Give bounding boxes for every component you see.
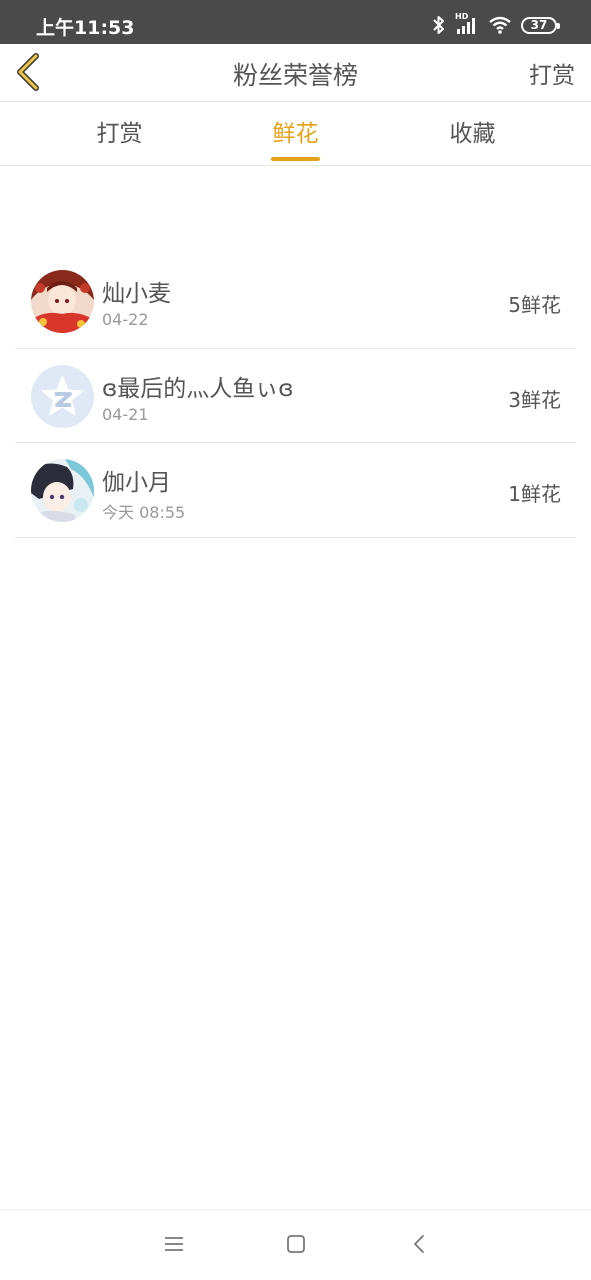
tip-button[interactable]: 打赏 [529, 56, 575, 90]
fan-list: 灿小麦 04-22 5鲜花 ɞ最后的灬人鱼ぃɞ 04-21 3鲜花 伽小月 今天… [15, 254, 576, 538]
fan-name: 灿小麦 [102, 281, 171, 307]
flower-count: 3鲜花 [508, 387, 561, 412]
menu-icon [165, 1237, 183, 1251]
active-tab-indicator [271, 157, 320, 161]
battery-icon: 37 [521, 16, 560, 34]
fan-date: 今天 08:55 [102, 503, 186, 522]
system-nav-bar [0, 1209, 591, 1280]
home-square-icon [287, 1235, 305, 1253]
fan-name: ɞ最后的灬人鱼ぃɞ [102, 375, 294, 402]
list-item[interactable]: 灿小麦 04-22 5鲜花 [15, 254, 576, 349]
status-bar: 上午11:53 HD 37 [0, 0, 591, 44]
signal-icon: HD [455, 12, 479, 35]
nav-home-button[interactable] [284, 1232, 308, 1256]
anime-girl-avatar [31, 270, 94, 333]
status-time: 上午11:53 [36, 17, 135, 39]
list-item[interactable]: ɞ最后的灬人鱼ぃɞ 04-21 3鲜花 [15, 349, 576, 443]
flower-count: 1鲜花 [508, 482, 561, 506]
nav-menu-button[interactable] [162, 1232, 186, 1256]
default-star-avatar [31, 364, 94, 428]
fan-name: 伽小月 [102, 470, 171, 496]
wifi-icon [488, 15, 512, 35]
nav-back-button[interactable] [408, 1232, 432, 1256]
flower-count: 5鲜花 [508, 293, 561, 317]
bluetooth-icon [432, 15, 446, 35]
list-item[interactable]: 伽小月 今天 08:55 1鲜花 [15, 443, 576, 538]
fan-date: 04-22 [102, 310, 149, 329]
tab-tip[interactable]: 打赏 [21, 102, 218, 166]
page-title: 粉丝荣誉榜 [232, 61, 358, 90]
fan-date: 04-21 [102, 404, 149, 424]
anime-boy-avatar [31, 459, 94, 522]
status-icons: HD 37 [432, 12, 560, 36]
tab-bar: 打赏 鲜花 收藏 [0, 102, 591, 166]
back-triangle-icon [414, 1235, 424, 1253]
header: 粉丝荣誉榜 打赏 [0, 44, 591, 102]
tab-favorites[interactable]: 收藏 [374, 102, 571, 166]
